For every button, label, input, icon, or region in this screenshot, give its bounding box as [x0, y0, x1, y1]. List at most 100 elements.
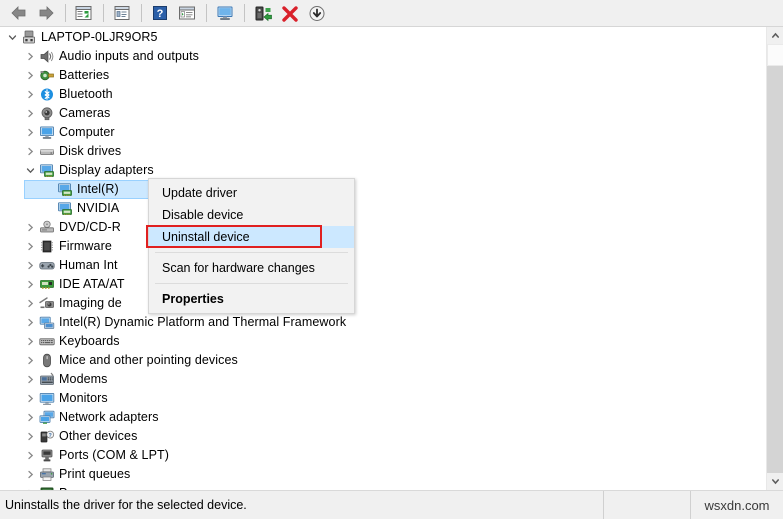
- help-button[interactable]: ?: [147, 1, 173, 25]
- chevron-right-icon[interactable]: [22, 389, 38, 408]
- uninstall-device-button[interactable]: [277, 1, 303, 25]
- chevron-right-icon[interactable]: [22, 294, 38, 313]
- tree-item-label: Network adapters: [59, 410, 159, 424]
- chevron-right-icon[interactable]: [22, 142, 38, 161]
- chevron-right-icon[interactable]: [22, 427, 38, 446]
- tree-item-firmware[interactable]: Firmware: [2, 237, 766, 256]
- menu-item-disable-device[interactable]: Disable device: [149, 204, 354, 226]
- chevron-right-icon[interactable]: [22, 104, 38, 123]
- display-adapter-icon: [56, 180, 74, 199]
- network-adapter-icon: [38, 408, 56, 427]
- chevron-right-icon[interactable]: [22, 256, 38, 275]
- chevron-right-icon[interactable]: [22, 123, 38, 142]
- tree-item-cameras[interactable]: Cameras: [2, 104, 766, 123]
- tree-item-label: Ports (COM & LPT): [59, 448, 170, 462]
- battery-icon: [38, 66, 56, 85]
- imaging-device-icon: [38, 294, 56, 313]
- scrollbar-thumb[interactable]: [767, 44, 783, 66]
- view-button[interactable]: [174, 1, 200, 25]
- update-driver-button[interactable]: [250, 1, 276, 25]
- tree-item-human-interface-devices[interactable]: Human Int: [2, 256, 766, 275]
- chevron-right-icon[interactable]: [22, 85, 38, 104]
- tree-item-root[interactable]: LAPTOP-0LJR9OR5: [2, 28, 766, 47]
- computer-root-icon: [20, 28, 38, 47]
- tree-item-label: Batteries: [59, 68, 110, 82]
- no-chevron: [40, 199, 56, 218]
- chevron-right-icon[interactable]: [22, 66, 38, 85]
- bluetooth-icon: [38, 85, 56, 104]
- tree-item-modems[interactable]: Modems: [2, 370, 766, 389]
- menu-item-uninstall-device[interactable]: Uninstall device: [149, 226, 354, 248]
- tree-item-label: Imaging de: [59, 296, 122, 310]
- chevron-right-icon[interactable]: [22, 370, 38, 389]
- chevron-right-icon[interactable]: [22, 465, 38, 484]
- view-icon: [179, 6, 195, 20]
- tree-item-bluetooth[interactable]: Bluetooth: [2, 85, 766, 104]
- show-hide-console-tree-button[interactable]: [71, 1, 97, 25]
- disable-device-button[interactable]: [304, 1, 330, 25]
- scan-for-hardware-changes-button[interactable]: [212, 1, 238, 25]
- tree-item-display-adapters[interactable]: Display adapters: [2, 161, 766, 180]
- tree-item-print-queues[interactable]: Print queues: [2, 465, 766, 484]
- tree-item-monitors[interactable]: Monitors: [2, 389, 766, 408]
- chevron-down-icon[interactable]: [22, 161, 38, 180]
- menu-item-scan-for-hardware-changes[interactable]: Scan for hardware changes: [149, 257, 354, 279]
- chevron-right-icon[interactable]: [22, 313, 38, 332]
- other-device-icon: ?: [38, 427, 56, 446]
- tree-item-computer[interactable]: Computer: [2, 123, 766, 142]
- properties-button[interactable]: [109, 1, 135, 25]
- tree-item-disk-drives[interactable]: Disk drives: [2, 142, 766, 161]
- tree-item-audio-inputs-and-outputs[interactable]: Audio inputs and outputs: [2, 47, 766, 66]
- tree-item-keyboards[interactable]: Keyboards: [2, 332, 766, 351]
- scrollbar-track[interactable]: [767, 66, 783, 473]
- tree-item-dvd-cd-rom-drives[interactable]: DVD/CD-R: [2, 218, 766, 237]
- tree-item-label: Other devices: [59, 429, 138, 443]
- tree-item-mice-and-other-pointing-devices[interactable]: Mice and other pointing devices: [2, 351, 766, 370]
- monitor-icon: [38, 389, 56, 408]
- chevron-right-icon[interactable]: [22, 332, 38, 351]
- toolbar-separator: [65, 4, 66, 22]
- chevron-right-icon[interactable]: [22, 237, 38, 256]
- tree-item-ports-com-and-lpt[interactable]: Ports (COM & LPT): [2, 446, 766, 465]
- tree-item-nvidia-display-adapter[interactable]: NVIDIA: [2, 199, 766, 218]
- tree-item-label: Audio inputs and outputs: [59, 49, 200, 63]
- scroll-down-button[interactable]: [767, 473, 783, 490]
- tree-item-label: Disk drives: [59, 144, 122, 158]
- modem-icon: [38, 370, 56, 389]
- menu-item-label: Update driver: [162, 186, 238, 200]
- back-button[interactable]: [6, 1, 32, 25]
- context-menu[interactable]: Update driver Disable device Uninstall d…: [148, 178, 355, 314]
- tree-item-imaging-devices[interactable]: Imaging de: [2, 294, 766, 313]
- tree-item-label: NVIDIA: [77, 201, 120, 215]
- menu-item-label: Uninstall device: [162, 230, 250, 244]
- scroll-up-button[interactable]: [767, 27, 783, 44]
- dvd-drive-icon: [38, 218, 56, 237]
- chevron-right-icon[interactable]: [22, 275, 38, 294]
- menu-item-update-driver[interactable]: Update driver: [149, 182, 354, 204]
- tree-item-ide-ata-atapi-controllers[interactable]: IDE ATA/AT: [2, 275, 766, 294]
- chevron-right-icon[interactable]: [22, 408, 38, 427]
- chevron-right-icon[interactable]: [22, 446, 38, 465]
- tree-item-label: Intel(R) Dynamic Platform and Thermal Fr…: [59, 315, 347, 329]
- tree-item-intel-dynamic-platform-and-thermal-framework[interactable]: Intel(R) Dynamic Platform and Thermal Fr…: [2, 313, 766, 332]
- tree-item-network-adapters[interactable]: Network adapters: [2, 408, 766, 427]
- chevron-down-icon[interactable]: [4, 28, 20, 47]
- vertical-scrollbar[interactable]: [766, 27, 783, 490]
- chevron-right-icon[interactable]: [22, 47, 38, 66]
- menu-item-properties[interactable]: Properties: [149, 288, 354, 310]
- chevron-right-icon[interactable]: [22, 218, 38, 237]
- tree-item-label: Firmware: [59, 239, 112, 253]
- status-bar: Uninstalls the driver for the selected d…: [0, 490, 783, 519]
- camera-icon: [38, 104, 56, 123]
- forward-button[interactable]: [33, 1, 59, 25]
- svg-text:?: ?: [49, 433, 52, 439]
- tree-item-label: Cameras: [59, 106, 111, 120]
- svg-text:?: ?: [157, 8, 164, 20]
- tree-item-intel-display-adapter[interactable]: Intel(R): [2, 180, 766, 199]
- toolbar-separator: [141, 4, 142, 22]
- monitor-icon: [38, 123, 56, 142]
- chevron-right-icon[interactable]: [22, 351, 38, 370]
- tree-item-other-devices[interactable]: ? Other devices: [2, 427, 766, 446]
- tree-item-batteries[interactable]: Batteries: [2, 66, 766, 85]
- display-adapter-icon: [56, 199, 74, 218]
